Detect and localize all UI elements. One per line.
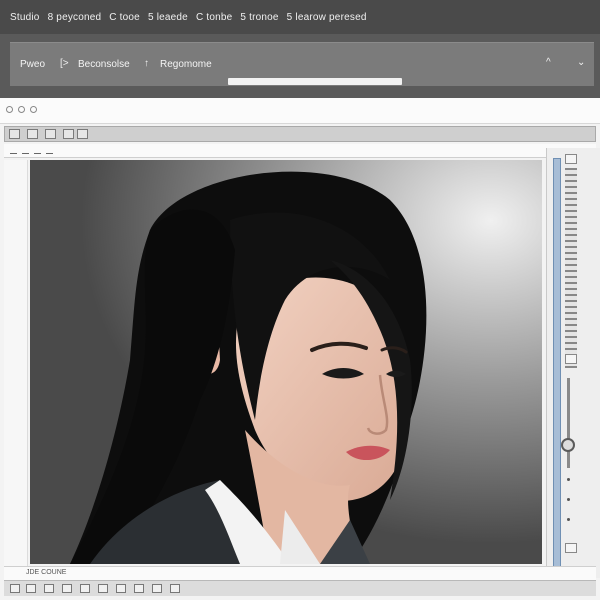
menu-bar: Studio 8 peyconed C tooe 5 leaede C tonb…: [0, 0, 600, 34]
bottom-icon-6[interactable]: [98, 584, 108, 593]
option-icon-1[interactable]: [10, 147, 17, 154]
layer-icon[interactable]: [27, 129, 38, 139]
chevron-up-icon[interactable]: ^: [546, 57, 551, 68]
breadcrumb-separator-icon: [>: [60, 58, 69, 69]
portrait-image: [30, 160, 542, 564]
bottom-icon-5[interactable]: [80, 584, 90, 593]
option-icon-4[interactable]: [46, 147, 53, 154]
panel-button-mid[interactable]: [565, 354, 577, 364]
panel-button-bottom[interactable]: [565, 543, 577, 553]
option-icon-2[interactable]: [22, 147, 29, 154]
minimize-icon[interactable]: [18, 106, 25, 113]
bottom-toolbar: [4, 580, 596, 596]
right-panel: [546, 148, 600, 578]
status-bar: JDE COUNE: [4, 566, 596, 580]
header-panel: Pweo [> Beconsolse ↑ Regomome ^ ⌄: [0, 34, 600, 98]
bottom-icon-10[interactable]: [170, 584, 180, 593]
option-icon-3[interactable]: [34, 147, 41, 154]
menu-item-2[interactable]: 8 peyconed: [48, 12, 102, 23]
tab-icon[interactable]: [77, 129, 88, 139]
dot-icon: [567, 518, 570, 521]
crop-icon[interactable]: [63, 129, 74, 139]
bottom-icon-1[interactable]: [10, 584, 20, 593]
dot-icon: [567, 498, 570, 501]
close-icon[interactable]: [6, 106, 13, 113]
status-text: JDE COUNE: [26, 569, 67, 576]
image-canvas[interactable]: [30, 160, 542, 564]
menu-item-3[interactable]: C tooe: [109, 12, 140, 23]
menu-item-7[interactable]: 5 learow peresed: [287, 12, 367, 23]
bottom-icon-2[interactable]: [26, 584, 36, 593]
bottom-icon-8[interactable]: [134, 584, 144, 593]
ruler: [565, 168, 577, 368]
vertical-scrollbar[interactable]: [553, 158, 561, 568]
brush-icon[interactable]: [45, 129, 56, 139]
slider-knob[interactable]: [561, 438, 575, 452]
bottom-icon-7[interactable]: [116, 584, 126, 593]
dot-icon: [567, 478, 570, 481]
breadcrumb-item-pweo[interactable]: Pweo: [20, 59, 45, 70]
arrow-up-icon: ↑: [144, 58, 149, 69]
grid-icon[interactable]: [9, 129, 20, 139]
bottom-icon-9[interactable]: [152, 584, 162, 593]
chevron-down-icon[interactable]: ⌄: [577, 57, 585, 68]
progress-bar: [228, 78, 402, 85]
menu-item-4[interactable]: 5 leaede: [148, 12, 188, 23]
options-bar: [4, 144, 596, 158]
breadcrumb-item-beconsolse[interactable]: Beconsolse: [78, 59, 130, 70]
bottom-icon-3[interactable]: [44, 584, 54, 593]
left-toolbar: [4, 160, 28, 566]
tool-strip: [4, 126, 596, 142]
menu-item-studio[interactable]: Studio: [10, 12, 40, 23]
window-toolbar: [0, 98, 600, 124]
menu-item-5[interactable]: C tonbe: [196, 12, 232, 23]
bottom-icon-4[interactable]: [62, 584, 72, 593]
breadcrumb-item-regomome[interactable]: Regomome: [160, 59, 212, 70]
menu-item-6[interactable]: 5 tronoe: [240, 12, 278, 23]
maximize-icon[interactable]: [30, 106, 37, 113]
panel-button-top[interactable]: [565, 154, 577, 164]
zoom-slider[interactable]: [567, 378, 570, 468]
